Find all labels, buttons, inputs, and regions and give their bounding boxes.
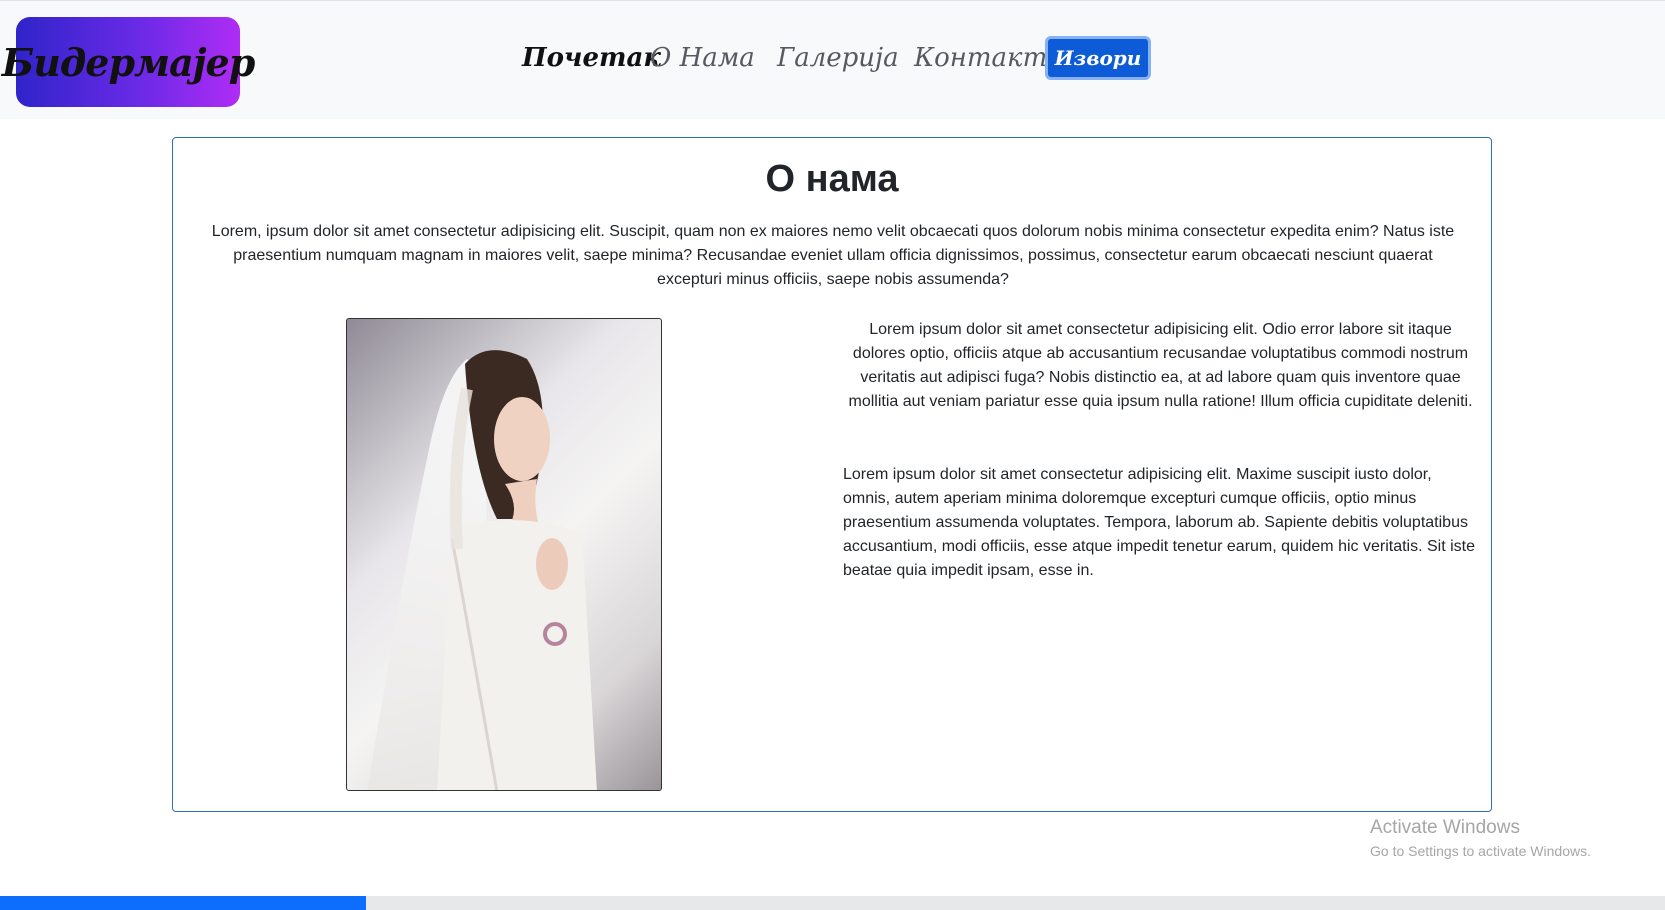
nav-link-about[interactable]: О Нама (650, 43, 755, 73)
brand-logo[interactable]: Бидермајер (2, 17, 255, 107)
activate-windows-watermark: Activate Windows Go to Settings to activ… (1370, 815, 1591, 861)
scrollbar-thumb[interactable] (0, 896, 366, 910)
about-paragraph-1: Lorem ipsum dolor sit amet consectetur a… (848, 321, 1473, 410)
watermark-subtitle: Go to Settings to activate Windows. (1370, 843, 1591, 859)
navbar: Бидермајер Почетак О Нама Галерија Конта… (0, 0, 1665, 119)
sources-button[interactable]: Извори (1045, 36, 1151, 80)
bride-photo (346, 318, 662, 791)
bride-illustration (367, 350, 597, 790)
about-paragraph-2: Lorem ipsum dolor sit amet consectetur a… (843, 466, 1475, 579)
nav-link-contact[interactable]: Контакт (914, 43, 1047, 73)
intro-paragraph: Lorem, ipsum dolor sit amet consectetur … (211, 223, 1455, 288)
watermark-title: Activate Windows (1370, 817, 1520, 838)
page-title: О нама (765, 158, 899, 200)
nav-link-home[interactable]: Почетак (522, 43, 661, 73)
about-card: О нама Lorem, ipsum dolor sit amet conse… (172, 137, 1492, 812)
nav-link-gallery[interactable]: Галерија (777, 43, 899, 73)
brand-logo-text: Бидермајер (1, 39, 256, 85)
horizontal-scrollbar[interactable] (0, 896, 1665, 910)
